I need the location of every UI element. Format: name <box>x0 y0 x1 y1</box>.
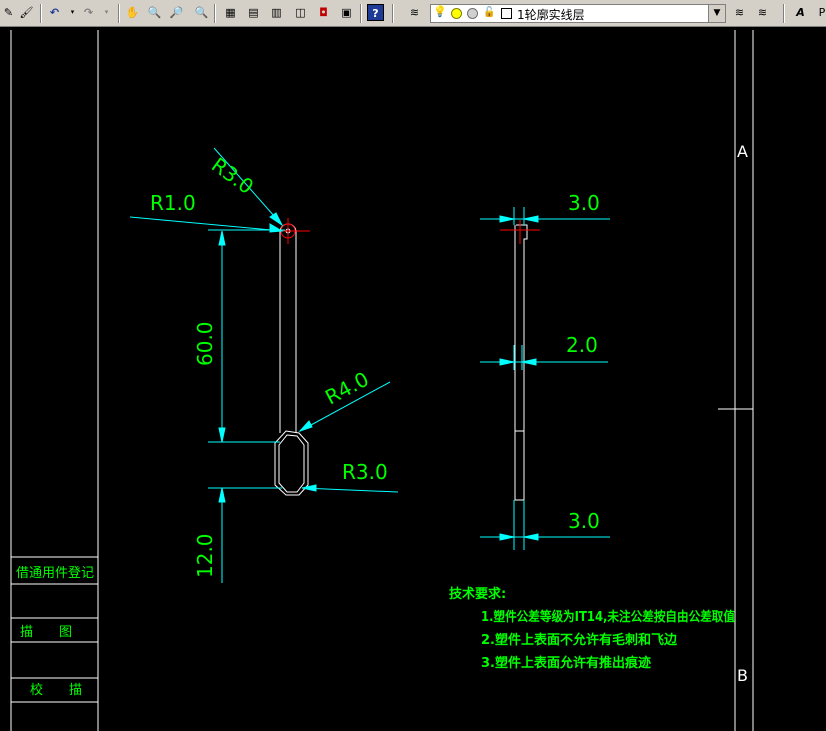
title-block-row1: 借通用件登记 <box>16 566 94 581</box>
calculator-icon[interactable]: ▣ <box>338 4 355 21</box>
redo-icon[interactable]: ↷ <box>80 4 97 21</box>
layer-name: 1轮廓实线层 <box>517 8 585 22</box>
separator <box>783 4 785 23</box>
undo-icon[interactable]: ↶ <box>46 4 63 21</box>
separator <box>360 4 362 23</box>
match-properties-icon[interactable]: 🖌 <box>18 4 35 21</box>
dim-side-mid: 2.0 <box>566 333 598 357</box>
slot-inner <box>278 434 305 493</box>
tool-palette-icon[interactable]: ▥ <box>268 4 285 21</box>
separator <box>40 4 42 23</box>
pan-icon[interactable]: ✋ <box>124 4 141 21</box>
zoom-previous-icon[interactable]: 🔍 <box>193 4 210 21</box>
properties-icon[interactable]: ▦ <box>222 4 239 21</box>
text-style-icon[interactable]: A <box>792 4 809 21</box>
layer-select[interactable]: 💡 🔓 1轮廓实线层 ▼ <box>430 4 726 23</box>
title-block-row2: 描 图 <box>20 625 72 640</box>
tech-line-1: 1.塑件公差等级为IT14,未注公差按自由公差取值 <box>481 609 735 625</box>
tech-requirements: 技术要求: 1.塑件公差等级为IT14,未注公差按自由公差取值 2.塑件上表面不… <box>449 586 735 671</box>
separator <box>118 4 120 23</box>
dim-r3-top: R3.0 <box>207 153 258 199</box>
zoom-realtime-icon[interactable]: 🔍 <box>146 4 163 21</box>
title-block-row3: 校 描 <box>30 682 82 698</box>
drawing-frame <box>10 30 754 731</box>
redo-dropdown-icon[interactable]: ▾ <box>98 4 115 21</box>
side-dimensions <box>480 207 610 550</box>
separator <box>214 4 216 23</box>
color-swatch-icon <box>501 8 512 19</box>
layer-states-icon[interactable]: ≋ <box>754 4 771 21</box>
markup-icon[interactable]: ◘ <box>315 4 332 21</box>
lock-icon[interactable]: 🔓 <box>483 7 495 18</box>
slot-outer <box>274 430 309 496</box>
dim-r1: R1.0 <box>150 191 196 215</box>
dim-side-bottom: 3.0 <box>568 509 600 533</box>
dim-r4: R4.0 <box>321 367 373 410</box>
zone-label-b: B <box>737 666 748 685</box>
design-center-icon[interactable]: ▤ <box>245 4 262 21</box>
zone-label-a: A <box>737 142 748 161</box>
chevron-down-icon[interactable]: ▼ <box>708 5 725 22</box>
layer-previous-icon[interactable]: ≋ <box>731 4 748 21</box>
tech-line-3: 3.塑件上表面允许有推出痕迹 <box>481 655 651 671</box>
toolbar: ✎ 🖌 ↶ ▾ ↷ ▾ ✋ 🔍 🔎 🔍 ▦ ▤ ▥ ◫ ◘ ▣ ? ≋ 💡 🔓 … <box>0 0 826 27</box>
zoom-window-icon[interactable]: 🔎 <box>168 4 185 21</box>
dim-side-top: 3.0 <box>568 191 600 215</box>
tech-line-2: 2.塑件上表面不允许有毛刺和飞边 <box>481 632 678 648</box>
pencil-icon[interactable]: ✎ <box>0 4 17 21</box>
dim-length-12: 12.0 <box>193 533 217 578</box>
dim-length-60: 60.0 <box>193 321 217 366</box>
undo-dropdown-icon[interactable]: ▾ <box>64 4 81 21</box>
help-icon[interactable]: ? <box>367 4 384 21</box>
lightbulb-icon[interactable]: 💡 <box>433 5 447 18</box>
sun-icon[interactable] <box>451 8 462 19</box>
layer-manager-icon[interactable]: ≋ <box>406 4 423 21</box>
next-toolbar-label: P <box>818 6 826 19</box>
tech-heading: 技术要求: <box>449 586 506 602</box>
separator <box>392 4 394 23</box>
dim-r3-bottom: R3.0 <box>342 460 388 484</box>
sheet-set-icon[interactable]: ◫ <box>292 4 309 21</box>
viewport-freeze-icon[interactable] <box>467 8 478 19</box>
front-view[interactable] <box>274 218 310 496</box>
drawing-canvas[interactable]: 借通用件登记 描 图 校 描 A B R1.0 R3.0 60.0 R4.0 R… <box>0 27 826 731</box>
